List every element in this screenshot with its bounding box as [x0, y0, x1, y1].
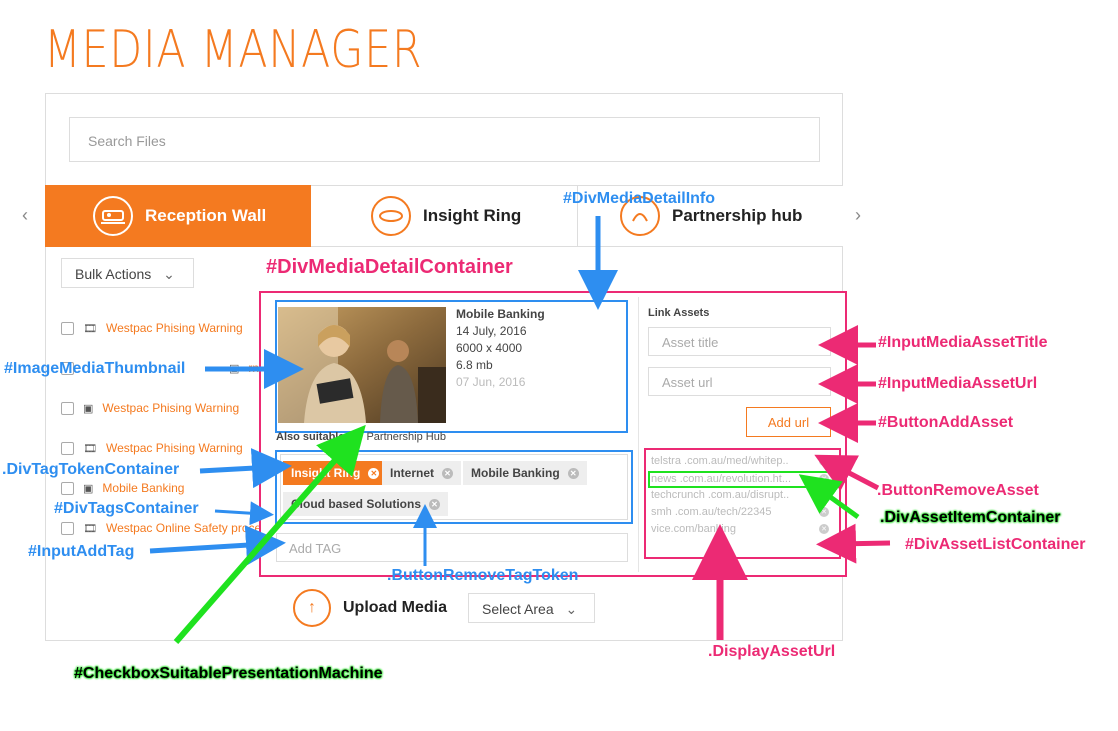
film-icon: 🎞 [83, 442, 97, 455]
tab-label: Partnership hub [672, 206, 803, 225]
list-item[interactable]: 🎞 Westpac Phising Warning [61, 321, 243, 335]
chevron-left-icon[interactable]: ‹ [22, 205, 28, 226]
tag-label: Mobile Banking [471, 466, 560, 480]
file-name[interactable]: Westpac Online Safety proce [106, 521, 261, 535]
annotation-label: #CheckboxSuitablePresentationMachine [74, 665, 383, 682]
asset-item-highlight [648, 471, 835, 488]
also-suitable: Also suitable Partnership Hub [276, 431, 446, 443]
annotation-label: #DivMediaDetailContainer [266, 256, 513, 278]
image-icon: ▣ [229, 362, 240, 375]
chevron-right-icon[interactable]: › [855, 205, 861, 226]
annotation-label: #InputMediaAssetUrl [878, 375, 1038, 392]
add-url-button[interactable]: Add url [746, 407, 831, 437]
media-size: 6.8 mb [456, 358, 493, 372]
media-uploaded: 07 Jun, 2016 [456, 375, 526, 389]
file-checkbox[interactable] [61, 441, 74, 455]
image-icon: ▣ [83, 402, 94, 415]
file-name[interactable]: Westpac Phising Warning [102, 401, 239, 415]
annotation-label: #InputMediaAssetTitle [878, 334, 1048, 351]
divider [638, 297, 639, 572]
media-thumbnail[interactable] [278, 307, 446, 423]
close-icon[interactable]: ✕ [429, 498, 441, 510]
upload-label: Upload Media [343, 599, 448, 616]
tag-label: Insight Ring [291, 466, 361, 480]
tag-token: Mobile Banking ✕ [463, 461, 587, 485]
asset-item: techcrunch .com.au/disrupt.. ✕ [651, 489, 829, 501]
link-assets-label: Link Assets [648, 307, 710, 319]
tag-token: Insight Ring ✕ [283, 461, 388, 485]
file-checkbox[interactable] [61, 321, 74, 335]
insight-ring-icon [371, 196, 411, 236]
asset-item: smh .com.au/tech/22345 ✕ [651, 506, 829, 518]
tag-label: Internet [390, 466, 435, 480]
select-area-label: Select Area [482, 601, 554, 617]
close-icon[interactable]: ✕ [819, 524, 829, 534]
chevron-down-icon: ⌄ [565, 601, 578, 617]
file-checkbox[interactable] [61, 401, 74, 415]
annotation-label: #InputAddTag [28, 543, 135, 560]
list-item[interactable]: 🎞 Westpac Phising Warning [61, 441, 243, 455]
reception-wall-icon [93, 196, 133, 236]
tag-token: Internet ✕ [382, 461, 462, 485]
tab-reception-wall[interactable]: Reception Wall [45, 185, 311, 247]
media-title: Mobile Banking [456, 307, 545, 321]
annotation-label: #DivMediaDetailInfo [563, 190, 716, 207]
tag-label: Cloud based Solutions [291, 497, 422, 511]
annotation-label: .ButtonRemoveAsset [877, 482, 1039, 499]
close-icon[interactable]: ✕ [442, 467, 454, 479]
annotation-label: .ButtonRemoveTagToken [387, 567, 579, 584]
chevron-down-icon: ⌄ [163, 266, 175, 282]
upload-media-button[interactable]: ↑ Upload Media [293, 589, 447, 627]
tab-label: Reception Wall [145, 206, 267, 225]
also-suitable-option: Partnership Hub [366, 431, 446, 443]
list-item[interactable]: 🎞 Westpac Online Safety proce [61, 521, 261, 535]
file-checkbox[interactable] [61, 481, 74, 495]
asset-url-input[interactable]: Asset url [648, 367, 831, 396]
tab-label: Insight Ring [423, 206, 522, 225]
asset-item: telstra .com.au/med/whitep.. ✕ [651, 455, 829, 467]
asset-url[interactable]: techcrunch .com.au/disrupt.. [651, 489, 789, 501]
image-icon: ▣ [83, 482, 94, 495]
annotation-label: #ButtonAddAsset [878, 414, 1014, 431]
file-checkbox[interactable] [61, 521, 74, 535]
cloud-upload-icon: ↑ [293, 589, 331, 627]
close-icon[interactable]: ✕ [368, 467, 380, 479]
annotation-label: #DivAssetListContainer [905, 536, 1086, 553]
list-item[interactable]: ▣ Westpac Phising Warning [61, 401, 239, 415]
bulk-actions-dropdown[interactable]: Bulk Actions ⌄ [61, 258, 194, 288]
suitable-checkbox[interactable] [350, 432, 361, 442]
close-icon[interactable]: ✕ [567, 467, 579, 479]
media-date: 14 July, 2016 [456, 324, 527, 338]
file-name[interactable]: Westpac Phising Warning [106, 321, 243, 335]
close-icon[interactable]: ✕ [819, 490, 829, 500]
asset-url[interactable]: vice.com/banking [651, 523, 736, 535]
annotation-label: #ImageMediaThumbnail [4, 360, 186, 377]
asset-item: vice.com/banking ✕ [651, 523, 829, 535]
media-dimensions: 6000 x 4000 [456, 341, 523, 355]
file-name[interactable]: Mobile Banking [102, 481, 184, 495]
add-tag-input[interactable]: Add TAG [276, 533, 628, 562]
select-area-dropdown[interactable]: Select Area ⌄ [468, 593, 595, 623]
annotation-label: .DivTagTokenContainer [2, 461, 180, 478]
close-icon[interactable]: ✕ [819, 507, 829, 517]
annotation-label: .DisplayAssetUrl [708, 643, 836, 660]
list-item[interactable]: ▣ Mobile Banking [61, 481, 184, 495]
bulk-actions-label: Bulk Actions [75, 266, 152, 282]
asset-title-input[interactable]: Asset title [648, 327, 831, 356]
film-icon: 🎞 [83, 522, 97, 535]
app-title: MEDIA MANAGER [44, 20, 423, 80]
tag-token: Cloud based Solutions ✕ [283, 492, 449, 516]
search-input[interactable]: Search Files [69, 117, 820, 162]
also-suitable-label: Also suitable [276, 431, 345, 443]
file-name[interactable]: Westpac Phising Warning [106, 441, 243, 455]
asset-url[interactable]: telstra .com.au/med/whitep.. [651, 455, 789, 467]
film-icon: 🎞 [83, 322, 97, 335]
annotation-label: #DivTagsContainer [54, 500, 199, 517]
close-icon[interactable]: ✕ [819, 456, 829, 466]
asset-url[interactable]: smh .com.au/tech/22345 [651, 506, 771, 518]
tab-insight-ring[interactable]: Insight Ring [311, 185, 577, 247]
annotation-label: .DivAssetItemContainer [880, 509, 1061, 526]
